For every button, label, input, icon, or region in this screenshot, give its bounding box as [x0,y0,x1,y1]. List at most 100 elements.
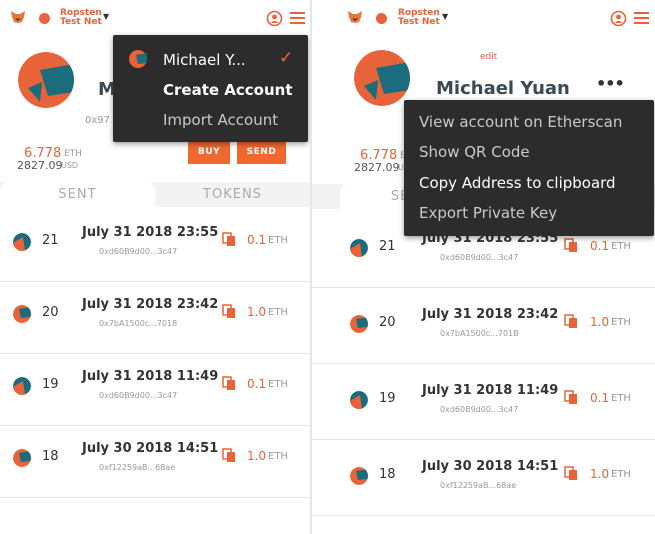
identicon-avatar [13,377,31,395]
transaction-amount: 1.0 [590,315,610,329]
eth-balance-unit: ETH [64,149,82,159]
transaction-nonce: 20 [379,315,396,330]
copy-icon[interactable] [222,448,236,463]
network-dropdown-caret-icon[interactable]: ▼ [442,12,448,21]
transaction-hash: 0x7bA1500c...7018 [99,319,178,328]
copy-icon[interactable] [564,390,578,405]
top-bar: Ropsten Test Net ▼ [312,0,655,38]
copy-address-item[interactable]: Copy Address to clipboard [419,174,654,192]
transaction-amount: 0.1 [590,391,610,405]
hamburger-menu-icon[interactable] [290,12,305,24]
fox-logo-icon[interactable] [347,10,363,24]
transaction-nonce: 21 [379,239,396,254]
transaction-unit: ETH [268,379,288,390]
account-options-menu: View account on Etherscan Show QR Code C… [404,100,654,236]
account-switch-icon[interactable] [266,10,283,27]
view-on-etherscan-item[interactable]: View account on Etherscan [419,113,654,131]
account-dropdown-menu: Michael Y... ✓ Create Account Import Acc… [113,35,308,142]
usd-balance-value: 2827.09 [354,161,400,174]
create-account-item[interactable]: Create Account [163,81,308,99]
transaction-row[interactable]: 19 July 31 2018 11:49 0xd60B9d00...3c47 0.1… [312,365,655,440]
transaction-unit: ETH [268,307,288,318]
transaction-nonce: 19 [379,391,396,406]
tab-tokens[interactable]: TOKENS [155,182,310,207]
account-identicon-avatar [354,50,410,106]
import-account-item[interactable]: Import Account [163,111,308,129]
transaction-row[interactable]: 19 July 31 2018 11:49 0xd60B9d00...3c47 0.1… [0,351,310,426]
transaction-unit: ETH [611,317,631,328]
account-identicon-avatar [18,52,74,108]
identicon-avatar [13,305,31,323]
transaction-nonce: 21 [42,233,59,248]
network-dropdown-caret-icon[interactable]: ▼ [103,12,109,21]
transaction-date: July 30 2018 14:51 [82,441,219,456]
transaction-amount: 0.1 [590,239,610,253]
transaction-date: July 31 2018 23:42 [82,297,219,312]
transaction-hash: 0x7bA1500c...701B [440,329,519,338]
copy-icon[interactable] [564,238,578,253]
transaction-row[interactable]: 18 July 30 2018 14:51 0xf12259aB...68ae 1.0… [0,423,310,498]
transaction-row[interactable]: 20 July 31 2018 23:42 0x7bA1500c...7018 1.0… [0,279,310,354]
tab-bar: SENT TOKENS [0,182,310,207]
transaction-row[interactable]: 18 July 30 2018 14:51 0xf12259aB...68ae 1.0… [312,441,655,516]
transaction-amount: 0.1 [247,233,267,247]
transaction-amount: 1.0 [247,449,267,463]
transaction-unit: ETH [611,241,631,252]
transaction-date: July 31 2018 23:42 [422,307,559,322]
transaction-nonce: 18 [42,449,59,464]
fox-logo-icon[interactable] [10,10,26,24]
copy-icon[interactable] [564,314,578,329]
more-dots-icon[interactable]: ••• [596,74,625,93]
transaction-date: July 30 2018 14:51 [422,459,559,474]
transaction-unit: ETH [611,469,631,480]
transaction-unit: ETH [268,235,288,246]
account-identicon-small [129,50,147,68]
identicon-avatar [350,239,368,257]
transaction-hash: 0xd60B9d00...3c47 [440,405,519,414]
network-indicator-dot [39,13,50,24]
transaction-hash: 0xf12259aB...68ae [440,481,517,490]
copy-icon[interactable] [222,304,236,319]
network-name[interactable]: Ropsten Test Net [398,9,440,27]
network-name-line2: Test Net [398,17,440,27]
transaction-amount: 1.0 [247,305,267,319]
account-switch-icon[interactable] [610,10,627,27]
identicon-avatar [350,315,368,333]
export-private-key-item[interactable]: Export Private Key [419,204,654,222]
transaction-hash: 0xf12259aB...68ae [99,463,176,472]
tab-sent[interactable]: SENT [0,182,155,207]
copy-icon[interactable] [222,376,236,391]
transaction-row[interactable]: 21 July 31 2018 23:55 0xd60B9d00...3c47 0.1… [0,207,310,282]
hamburger-menu-icon[interactable] [634,12,649,24]
identicon-avatar [350,467,368,485]
copy-icon[interactable] [222,232,236,247]
transaction-hash: 0xd60B9d00...3c47 [440,253,519,262]
account-name: Michael Yuan [436,78,570,99]
transaction-unit: ETH [611,393,631,404]
network-indicator-dot [376,13,387,24]
identicon-avatar [13,449,31,467]
usd-balance-value: 2827.09 [17,159,63,172]
wallet-screen-account-menu: Ropsten Test Net ▼ M 0x97 6.778 ETH 2827… [0,0,310,534]
account-address-short[interactable]: 0x97 [85,115,110,126]
identicon-avatar [13,233,31,251]
transaction-nonce: 19 [42,377,59,392]
buy-button[interactable]: BUY [188,140,230,164]
edit-account-name-link[interactable]: edit [480,52,497,62]
show-qr-code-item[interactable]: Show QR Code [419,143,654,161]
transaction-amount: 0.1 [247,377,267,391]
network-name-line2: Test Net [60,17,102,27]
network-name[interactable]: Ropsten Test Net [60,9,102,27]
transaction-row[interactable]: 20 July 31 2018 23:42 0x7bA1500c...701B 1.0… [312,289,655,364]
transaction-date: July 31 2018 11:49 [82,369,219,384]
top-bar: Ropsten Test Net ▼ [0,0,310,38]
checkmark-icon: ✓ [279,48,294,68]
transaction-nonce: 20 [42,305,59,320]
transaction-hash: 0xd60B9d00...3c47 [99,391,178,400]
transaction-unit: ETH [268,451,288,462]
transaction-nonce: 18 [379,467,396,482]
usd-balance-unit: USD [61,161,79,170]
wallet-screen-options-menu: Ropsten Test Net ▼ edit Michael Yuan •••… [312,0,655,534]
send-button[interactable]: SEND [237,140,286,164]
copy-icon[interactable] [564,466,578,481]
